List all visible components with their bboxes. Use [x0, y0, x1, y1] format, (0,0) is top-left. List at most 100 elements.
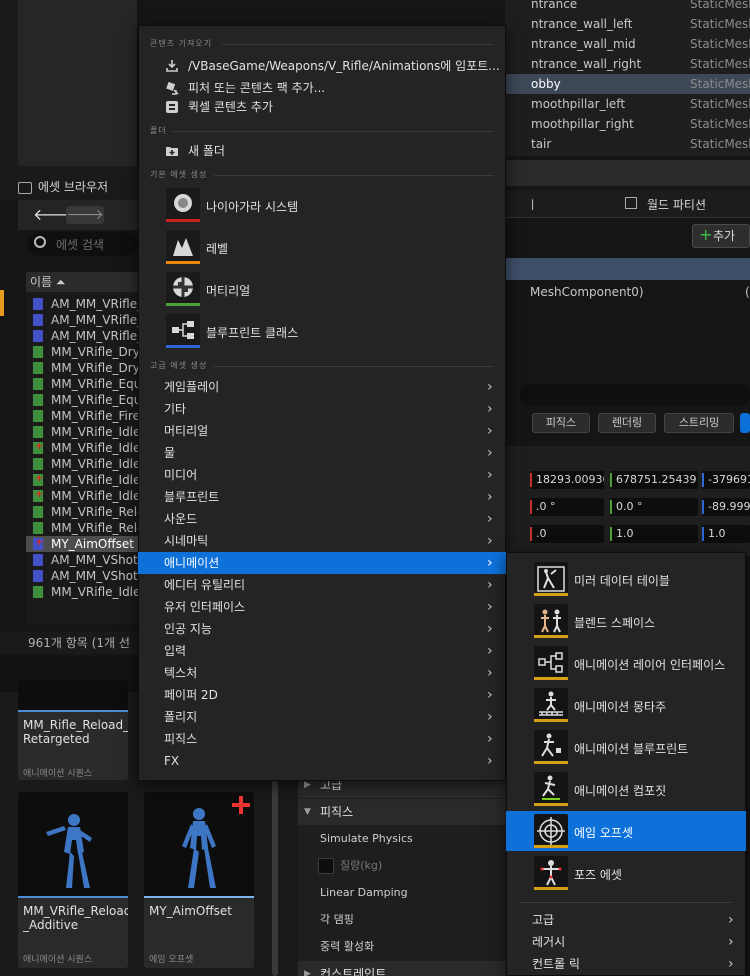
animation-submenu-item[interactable]: 애니메이션 몽타주: [506, 685, 746, 725]
asset-list-item[interactable]: AM_MM_VShot: [26, 552, 138, 568]
animation-submenu-item[interactable]: 애니메이션 레이어 인터페이스: [506, 643, 746, 683]
asset-list-item[interactable]: MM_VRifle_Relo: [26, 520, 138, 536]
category-3[interactable]: 물 ›: [138, 442, 506, 464]
asset-list-item[interactable]: + MM_VRifle_Idle: [26, 440, 138, 456]
outliner-row[interactable]: moothpillar_left StaticMesh: [505, 94, 750, 114]
tab-world-partition[interactable]: 월드 파티션: [647, 196, 706, 213]
category-2[interactable]: 머티리얼 ›: [138, 420, 506, 442]
details-property-row[interactable]: 각 댐핑: [298, 907, 508, 933]
asset-search-input[interactable]: 에셋 검색: [28, 232, 138, 256]
category-16[interactable]: 피직스 ›: [138, 728, 506, 750]
asset-list-item[interactable]: MM_VRifle_Idle: [26, 456, 138, 472]
import-menu-item[interactable]: /VBaseGame/Weapons/V_Rifle/Animations에 임…: [138, 55, 506, 77]
rotation-x-field[interactable]: .0 °: [530, 498, 604, 516]
asset-list-item[interactable]: + MM_VRifle_Idle: [26, 488, 138, 504]
asset-list-item[interactable]: AM_MM_VRifle_: [26, 312, 138, 328]
filter-all-button[interactable]: [740, 413, 750, 433]
asset-list-item[interactable]: AM_MM_VRifle_: [26, 296, 138, 312]
asset-list-item[interactable]: MM_VRifle_Equ: [26, 392, 138, 408]
category-11[interactable]: 인공 지능 ›: [138, 618, 506, 640]
animation-submenu-item[interactable]: 포즈 에셋: [506, 853, 746, 893]
add-component-button[interactable]: + 추가: [692, 224, 750, 248]
animation-subcategory[interactable]: 고급 ›: [506, 909, 746, 931]
category-14[interactable]: 페이퍼 2D ›: [138, 684, 506, 706]
filter-physics-button[interactable]: 피직스: [532, 413, 590, 433]
animation-submenu-item[interactable]: 애니메이션 블루프린트: [506, 727, 746, 767]
rotation-y-field[interactable]: 0.0 °: [610, 498, 698, 516]
back-arrow-icon[interactable]: 🡐: [33, 206, 76, 224]
details-category-header[interactable]: ▼ 피직스: [298, 799, 508, 825]
outliner-row[interactable]: ntrance_wall_right StaticMesh: [505, 54, 750, 74]
asset-list-item[interactable]: + MM_VRifle_Idle: [26, 472, 138, 488]
name-column-header[interactable]: 이름 ⏶: [26, 272, 138, 292]
filter-streaming-button[interactable]: 스트리밍: [664, 413, 734, 433]
component-row[interactable]: MeshComponent0) (: [530, 285, 750, 301]
asset-tile[interactable]: MM_Rifle_Reload_ Retargeted 애니메이션 시퀀스: [18, 680, 128, 780]
category-0[interactable]: 게임플레이 ›: [138, 376, 506, 398]
asset-list-item[interactable]: MM_VRifle_Dry: [26, 344, 138, 360]
details-property-row[interactable]: Simulate Physics: [298, 826, 508, 852]
scale-x-field[interactable]: .0: [530, 525, 604, 543]
basic-asset-item[interactable]: 블루프린트 클래스: [138, 312, 506, 352]
animation-submenu-item[interactable]: 에임 오프셋: [506, 811, 746, 851]
scale-z-field[interactable]: 1.0: [702, 525, 750, 543]
basic-asset-item[interactable]: 나이아가라 시스템: [138, 186, 506, 226]
basic-asset-item[interactable]: 머티리얼: [138, 270, 506, 310]
content-browser-tab[interactable]: 에셋 브라우저: [18, 176, 138, 200]
details-search-input[interactable]: [520, 384, 750, 406]
mass-override-checkbox[interactable]: [318, 858, 334, 874]
details-property-row[interactable]: 중력 활성화: [298, 934, 508, 960]
details-category-header[interactable]: ▶ 컨스트레인트: [298, 961, 508, 976]
category-8[interactable]: 애니메이션 ›: [138, 552, 506, 574]
asset-list-item[interactable]: MM_VRifle_Fire: [26, 408, 138, 424]
viewport[interactable]: [18, 0, 138, 166]
outliner-row[interactable]: tair StaticMesh: [505, 134, 750, 154]
asset-list-item[interactable]: + MY_AimOffset: [26, 536, 138, 552]
asset-list-item[interactable]: MM_VRifle_Equ: [26, 376, 138, 392]
asset-tile[interactable]: MM_VRifle_Reload _Additive 애니메이션 시퀀스: [18, 792, 128, 968]
category-13[interactable]: 텍스처 ›: [138, 662, 506, 684]
category-4[interactable]: 미디어 ›: [138, 464, 506, 486]
category-12[interactable]: 입력 ›: [138, 640, 506, 662]
asset-list-item[interactable]: AM_MM_VRifle_: [26, 328, 138, 344]
animation-subcategory[interactable]: 레거시 ›: [506, 931, 746, 953]
asset-tile-selected[interactable]: MY_AimOffset 에임 오프셋: [144, 792, 254, 968]
details-property-row[interactable]: Linear Damping: [298, 880, 508, 906]
new-folder-item[interactable]: 새 폴더: [138, 140, 506, 162]
location-z-field[interactable]: -379691: [702, 471, 750, 489]
basic-asset-item[interactable]: 레벨: [138, 228, 506, 268]
animation-submenu-item[interactable]: 블렌드 스페이스: [506, 601, 746, 641]
outliner-row[interactable]: ntrance_wall_mid StaticMesh: [505, 34, 750, 54]
filter-rendering-button[interactable]: 렌더링: [598, 413, 656, 433]
rotation-z-field[interactable]: -89.9999: [702, 498, 750, 516]
add-quixel-item[interactable]: 퀵셀 콘텐츠 추가: [138, 96, 506, 118]
category-7[interactable]: 시네마틱 ›: [138, 530, 506, 552]
category-17[interactable]: FX ›: [138, 750, 506, 772]
outliner-row[interactable]: moothpillar_right StaticMesh: [505, 114, 750, 134]
asset-list-item[interactable]: MM_VRifle_Idle: [26, 424, 138, 440]
location-y-field[interactable]: 678751.25439: [610, 471, 698, 489]
outliner-row[interactable]: ntrance_wall_left StaticMesh: [505, 14, 750, 34]
asset-list-item[interactable]: AM_MM_VShot: [26, 568, 138, 584]
category-5[interactable]: 블루프린트 ›: [138, 486, 506, 508]
asset-list-item[interactable]: MM_VRifle_Dry: [26, 360, 138, 376]
scale-y-field[interactable]: 1.0: [610, 525, 698, 543]
category-6[interactable]: 사운드 ›: [138, 508, 506, 530]
component-tree-root[interactable]: [505, 258, 750, 280]
category-15[interactable]: 폴리지 ›: [138, 706, 506, 728]
tab-details[interactable]: ㅣ: [527, 196, 538, 213]
category-1[interactable]: 기타 ›: [138, 398, 506, 420]
forward-arrow-icon[interactable]: 🡒: [66, 206, 104, 224]
selection-indicator: [0, 290, 4, 316]
category-10[interactable]: 유저 인터페이스 ›: [138, 596, 506, 618]
outliner-row[interactable]: obby StaticMesh: [505, 74, 750, 94]
basic-asset-label: 나이아가라 시스템: [206, 200, 299, 214]
animation-submenu-item[interactable]: 미러 데이터 테이블: [506, 559, 746, 599]
location-x-field[interactable]: 18293.009364: [530, 471, 604, 489]
outliner-row[interactable]: ntrance StaticMesh: [505, 0, 750, 14]
category-9[interactable]: 에디터 유틸리티 ›: [138, 574, 506, 596]
asset-list-item[interactable]: MM_VRifle_Relo: [26, 504, 138, 520]
animation-submenu-item[interactable]: 애니메이션 컴포짓: [506, 769, 746, 809]
asset-list-item[interactable]: MM_VRifle_Idle: [26, 584, 138, 600]
animation-subcategory[interactable]: 컨트롤 릭 ›: [506, 953, 746, 975]
